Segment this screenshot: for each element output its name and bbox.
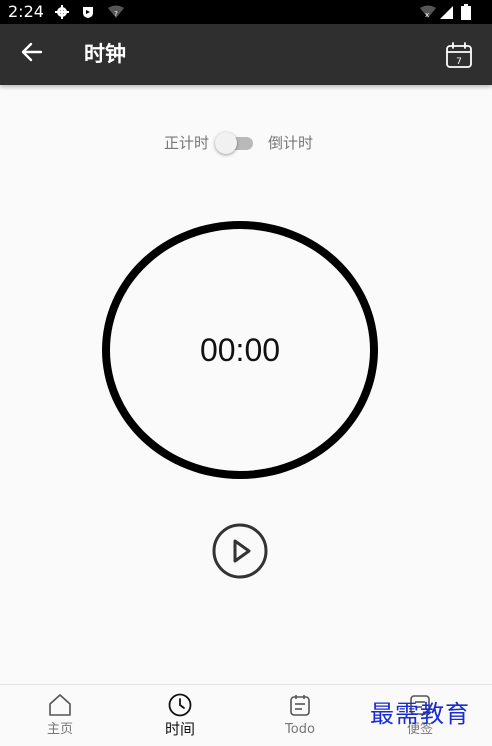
signal-icon — [438, 4, 454, 20]
timer-mode-switch[interactable] — [215, 132, 255, 154]
clock-dial: 00:00 — [102, 221, 378, 479]
nav-label-home: 主页 — [46, 722, 73, 737]
nav-item-todo[interactable]: Todo — [255, 685, 345, 746]
switch-thumb — [215, 132, 237, 154]
timer-display: 00:00 — [199, 331, 281, 368]
nav-label-time: 时间 — [164, 720, 195, 738]
clock-screen: 2:24 ? x 时钟 7 正计时 倒计时 00:00 主页 时间 Todo 便… — [0, 0, 492, 746]
nav-item-home[interactable]: 主页 — [15, 685, 105, 746]
nav-item-time[interactable]: 时间 — [135, 685, 225, 746]
arrow-left-icon — [21, 41, 43, 67]
status-bar: 2:24 ? x — [0, 0, 492, 24]
svg-text:?: ? — [114, 10, 118, 18]
status-time: 2:24 — [8, 2, 44, 21]
wifi-icon: ? — [108, 4, 124, 20]
wifi-off-icon: x — [420, 4, 436, 20]
clock-icon — [168, 693, 192, 717]
timer-mode-row: 正计时 倒计时 — [0, 130, 492, 156]
count-up-label: 正计时 — [164, 134, 210, 152]
svg-text:x: x — [425, 11, 429, 19]
home-icon — [49, 694, 71, 716]
settings-icon — [54, 4, 70, 20]
nav-label-todo: Todo — [285, 722, 315, 737]
calendar-day: 7 — [456, 57, 462, 67]
calendar-button[interactable]: 7 — [442, 38, 476, 72]
shield-icon — [80, 4, 96, 20]
play-button[interactable] — [212, 523, 268, 579]
battery-icon — [458, 4, 474, 20]
watermark: 最需教育 — [370, 700, 470, 728]
play-icon — [212, 523, 268, 579]
page-title: 时钟 — [84, 42, 126, 66]
todo-list-icon — [290, 695, 310, 716]
back-button[interactable] — [12, 34, 52, 74]
app-bar: 时钟 7 — [0, 24, 492, 85]
calendar-icon: 7 — [446, 42, 472, 68]
count-down-label: 倒计时 — [268, 134, 314, 152]
